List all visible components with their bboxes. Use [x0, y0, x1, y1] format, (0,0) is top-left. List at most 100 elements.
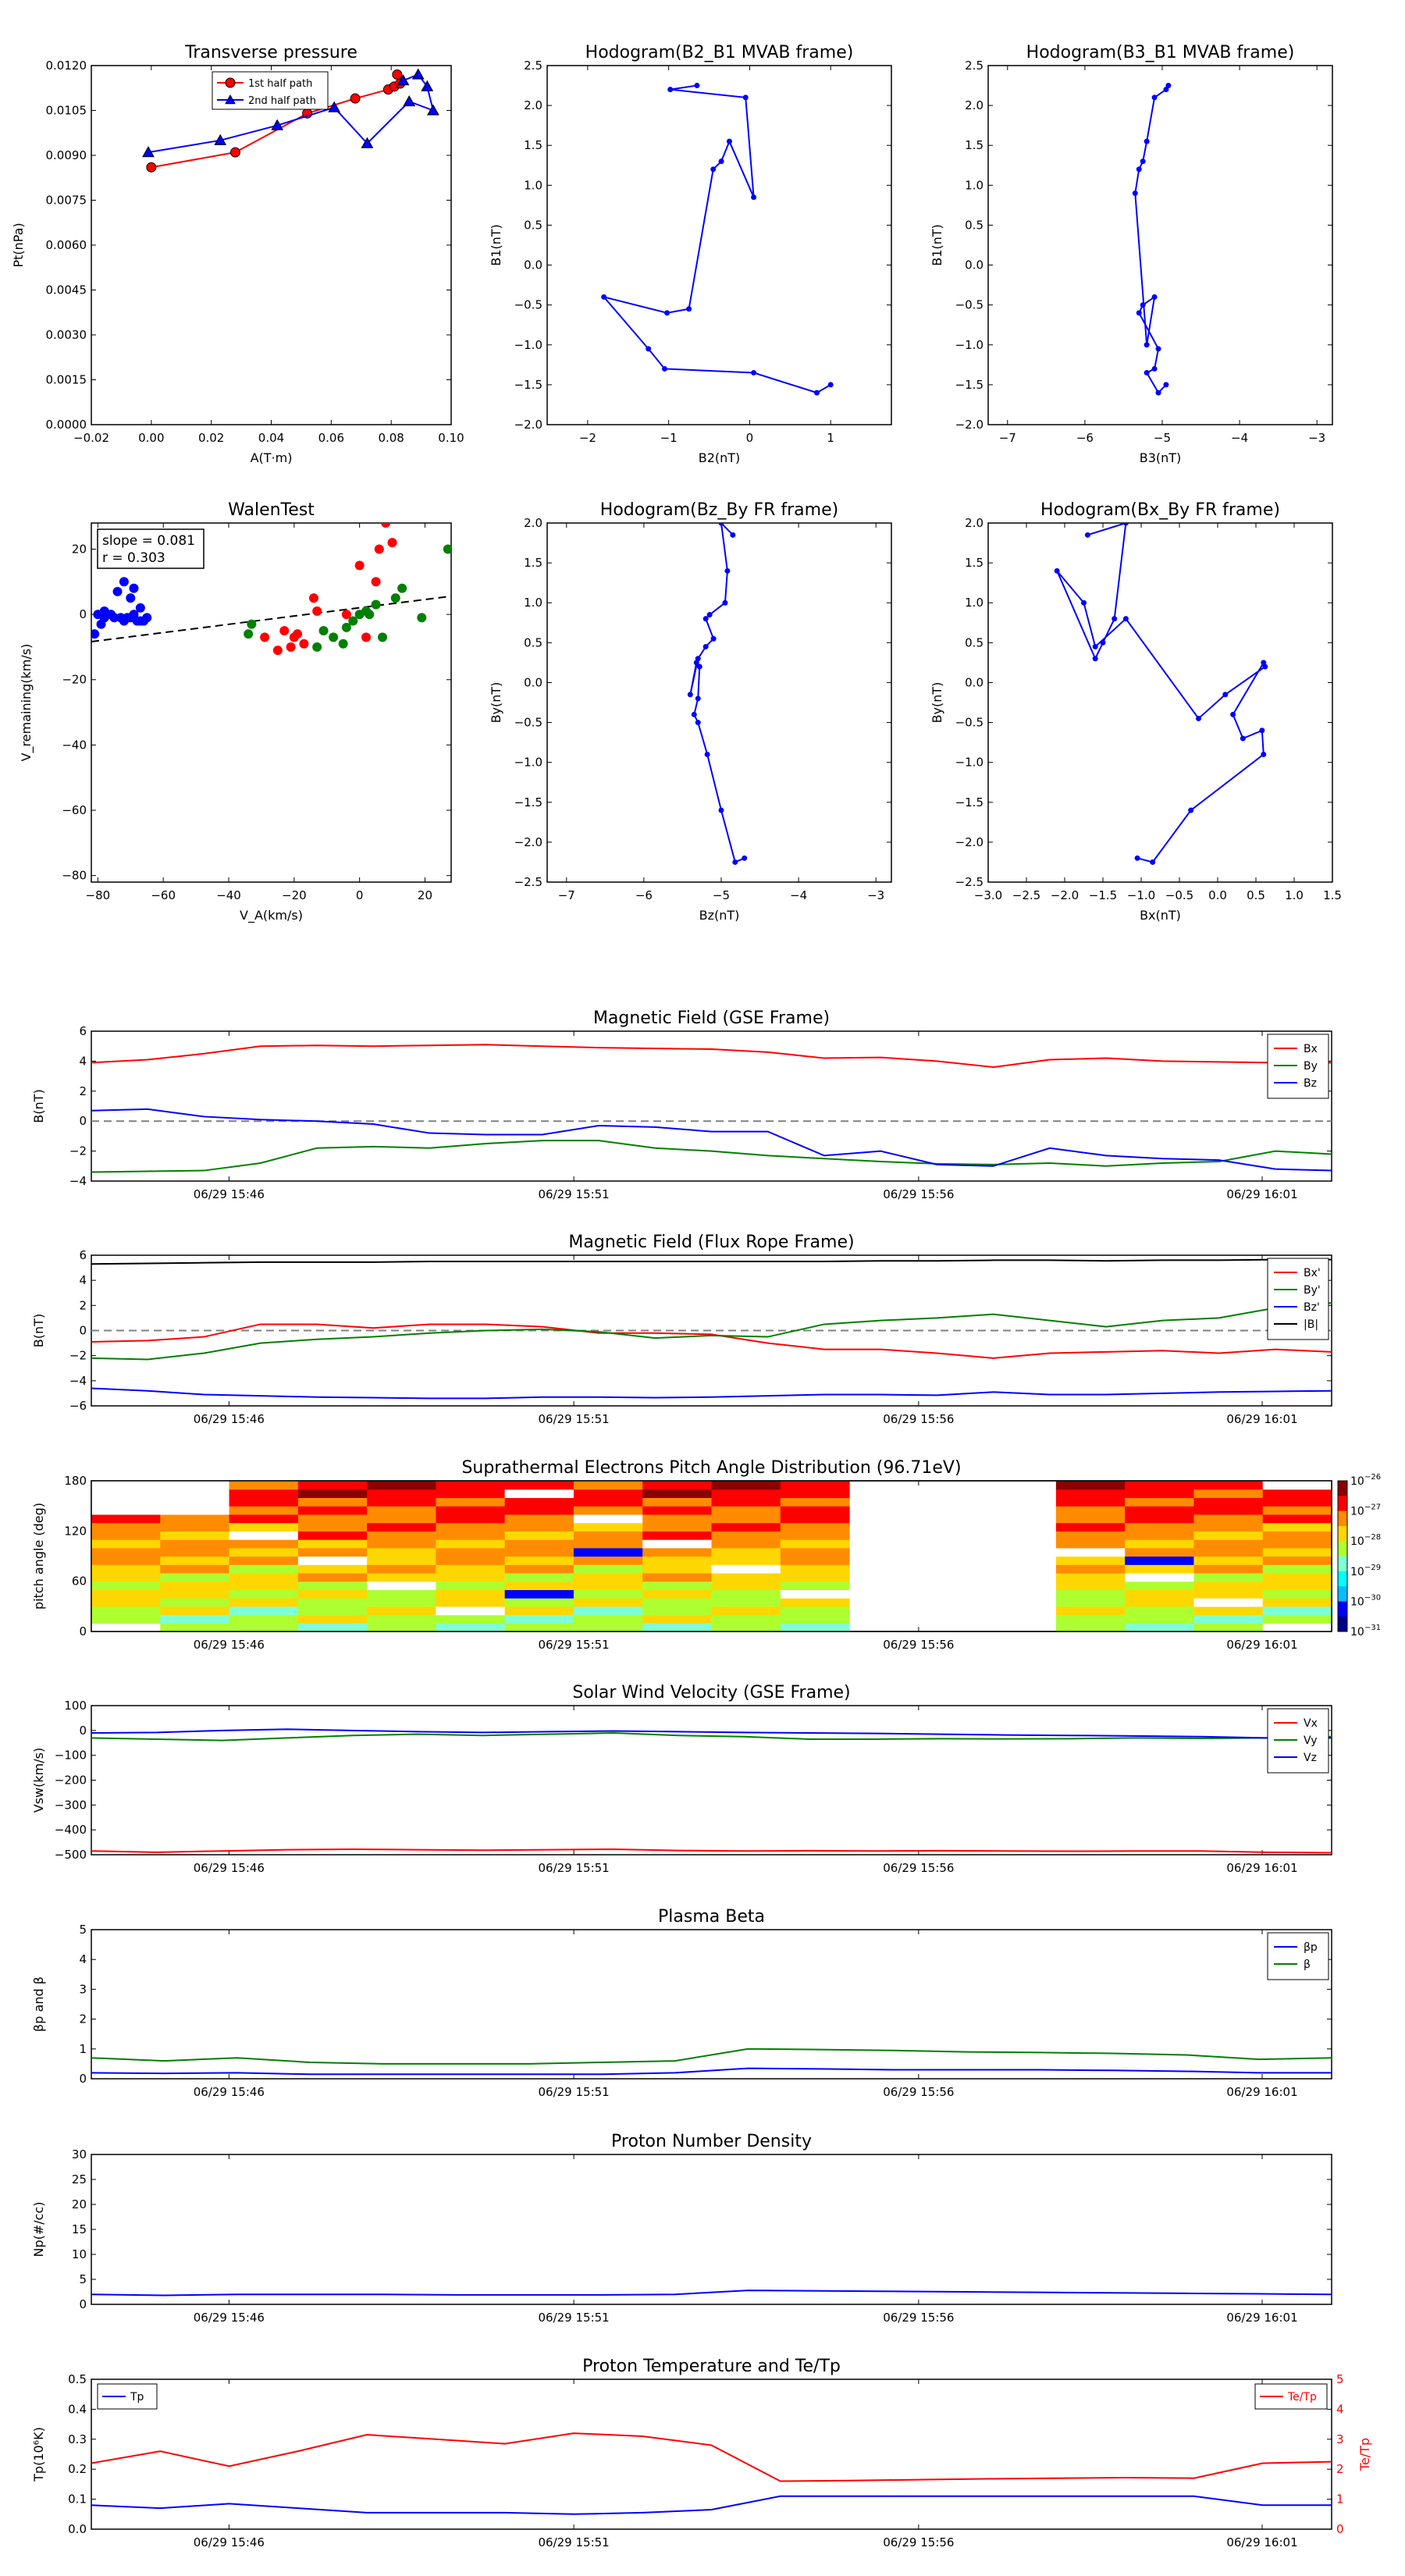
colorbar-tick-label: 10 — [1350, 1566, 1364, 1578]
heatmap-cell — [504, 1556, 574, 1565]
data-point — [371, 577, 381, 587]
colorbar-tick-label: 10 — [1350, 1596, 1364, 1608]
heatmap-cell — [1055, 1514, 1126, 1524]
heatmap-cell — [504, 1598, 574, 1607]
heatmap-cell — [780, 1564, 850, 1574]
data-point — [142, 613, 152, 623]
y-tick-label: 1.0 — [524, 178, 542, 192]
y-tick-label: 60 — [72, 1574, 87, 1589]
colorbar-tick-exponent: −29 — [1364, 1564, 1381, 1572]
y-tick-label: −6 — [69, 1399, 87, 1413]
heatmap-cell — [229, 1556, 299, 1565]
heatmap-cell — [780, 1547, 850, 1557]
series-line — [91, 2048, 1332, 2065]
data-point — [387, 538, 397, 548]
heatmap-cell — [1262, 1522, 1332, 1532]
chart-title: Plasma Beta — [658, 1907, 765, 1927]
heatmap-cell — [504, 1522, 574, 1532]
legend-label: Te/Tp — [1287, 2391, 1317, 2403]
y-tick-label: 0.0090 — [46, 148, 87, 162]
heatmap-cell — [1055, 1564, 1126, 1574]
data-point — [706, 612, 713, 618]
heatmap-cell — [229, 1489, 299, 1499]
heatmap-cell — [642, 1489, 713, 1499]
data-point — [260, 632, 270, 642]
chart-title: WalenTest — [228, 500, 315, 520]
plot-frame — [91, 2154, 1332, 2305]
heatmap-cell — [91, 1606, 161, 1616]
heatmap-cell — [573, 1623, 643, 1631]
heatmap-cell — [297, 1556, 368, 1565]
data-point — [1150, 859, 1156, 865]
data-point — [229, 147, 240, 158]
y-tick-label: 0 — [79, 1114, 87, 1128]
data-point — [1144, 370, 1150, 376]
series-group — [91, 1258, 1332, 1400]
colorbar-segment — [1338, 1541, 1347, 1557]
data-point — [1092, 656, 1098, 662]
series-line — [91, 2290, 1332, 2297]
heatmap-cell — [91, 1589, 161, 1599]
colorbar-segment — [1338, 1586, 1347, 1602]
data-point — [1144, 342, 1150, 348]
data-point — [112, 586, 123, 596]
data-point — [381, 523, 391, 528]
heatmap-cell — [573, 1531, 643, 1540]
series-line — [91, 1108, 1332, 1172]
x-tick-label: −3 — [867, 888, 884, 902]
heatmap-cell — [1125, 1547, 1195, 1557]
heatmap-cell — [573, 1572, 643, 1582]
y-tick-label: 0.0 — [524, 675, 542, 689]
chart-title: Proton Number Density — [611, 2132, 812, 2151]
x-tick-label: −6 — [1076, 431, 1094, 445]
heatmap-cell — [1125, 1539, 1195, 1549]
heatmap-cell — [504, 1514, 574, 1524]
y-tick-label: 0.0015 — [46, 373, 87, 387]
y-tick-label: 0 — [79, 1724, 87, 1738]
heatmap-cell — [1125, 1489, 1195, 1499]
x-tick-label: 0.04 — [258, 431, 284, 445]
data-point — [704, 751, 710, 757]
y-tick-label: 120 — [64, 1524, 87, 1538]
data-point — [365, 610, 375, 620]
data-point — [751, 370, 757, 376]
y-tick-label: 0.0045 — [46, 283, 87, 297]
heatmap-cell — [91, 1481, 161, 1490]
x-tick-label: 06/29 15:56 — [883, 1412, 954, 1426]
heatmap-cell — [1262, 1589, 1332, 1599]
y-tick-label: 0 — [79, 1624, 87, 1638]
y-tick-label: −2.0 — [514, 835, 542, 849]
heatmap-cell — [1055, 1556, 1126, 1565]
y-axis-label: B1(nT) — [930, 224, 944, 266]
data-point — [126, 593, 136, 603]
data-point — [146, 162, 157, 173]
colorbar: 10 −2610 −2710 −2810 −2910 −3010 −31 — [1337, 1473, 1381, 1638]
heatmap-cell — [711, 1481, 781, 1490]
chart-walen: WalenTest −80 −60 −40 −20 0 20 −80 −60 −40 −20 0 20 V… — [19, 500, 452, 923]
data-point — [244, 629, 254, 639]
y-axis-label: By(nT) — [489, 682, 503, 724]
plot-frame — [91, 1929, 1332, 2080]
legend-label: Bx — [1304, 1043, 1318, 1055]
heatmap-cell — [1262, 1489, 1332, 1499]
y-tick-label: 30 — [72, 2147, 87, 2161]
heatmap-cell — [229, 1606, 299, 1616]
heatmap-cell — [229, 1614, 299, 1624]
heatmap-cell — [573, 1564, 643, 1574]
y-tick-label: 0.0 — [965, 258, 984, 272]
heatmap-cell — [780, 1531, 850, 1540]
heatmap-cell — [1193, 1614, 1264, 1624]
heatmap-cell — [642, 1539, 713, 1549]
x-tick-label: 0 — [746, 431, 754, 445]
series-group — [687, 523, 748, 865]
data-point — [702, 643, 709, 649]
series-group — [91, 1728, 1332, 1854]
heatmap-cell — [160, 1481, 230, 1490]
series-group — [1132, 83, 1172, 396]
heatmap-cell — [91, 1522, 161, 1532]
data-point — [1240, 735, 1246, 742]
heatmap-cell — [1055, 1497, 1126, 1507]
heatmap-cell — [91, 1556, 161, 1565]
heatmap-cell — [436, 1506, 506, 1515]
x-tick-label: 06/29 15:46 — [194, 1861, 265, 1875]
